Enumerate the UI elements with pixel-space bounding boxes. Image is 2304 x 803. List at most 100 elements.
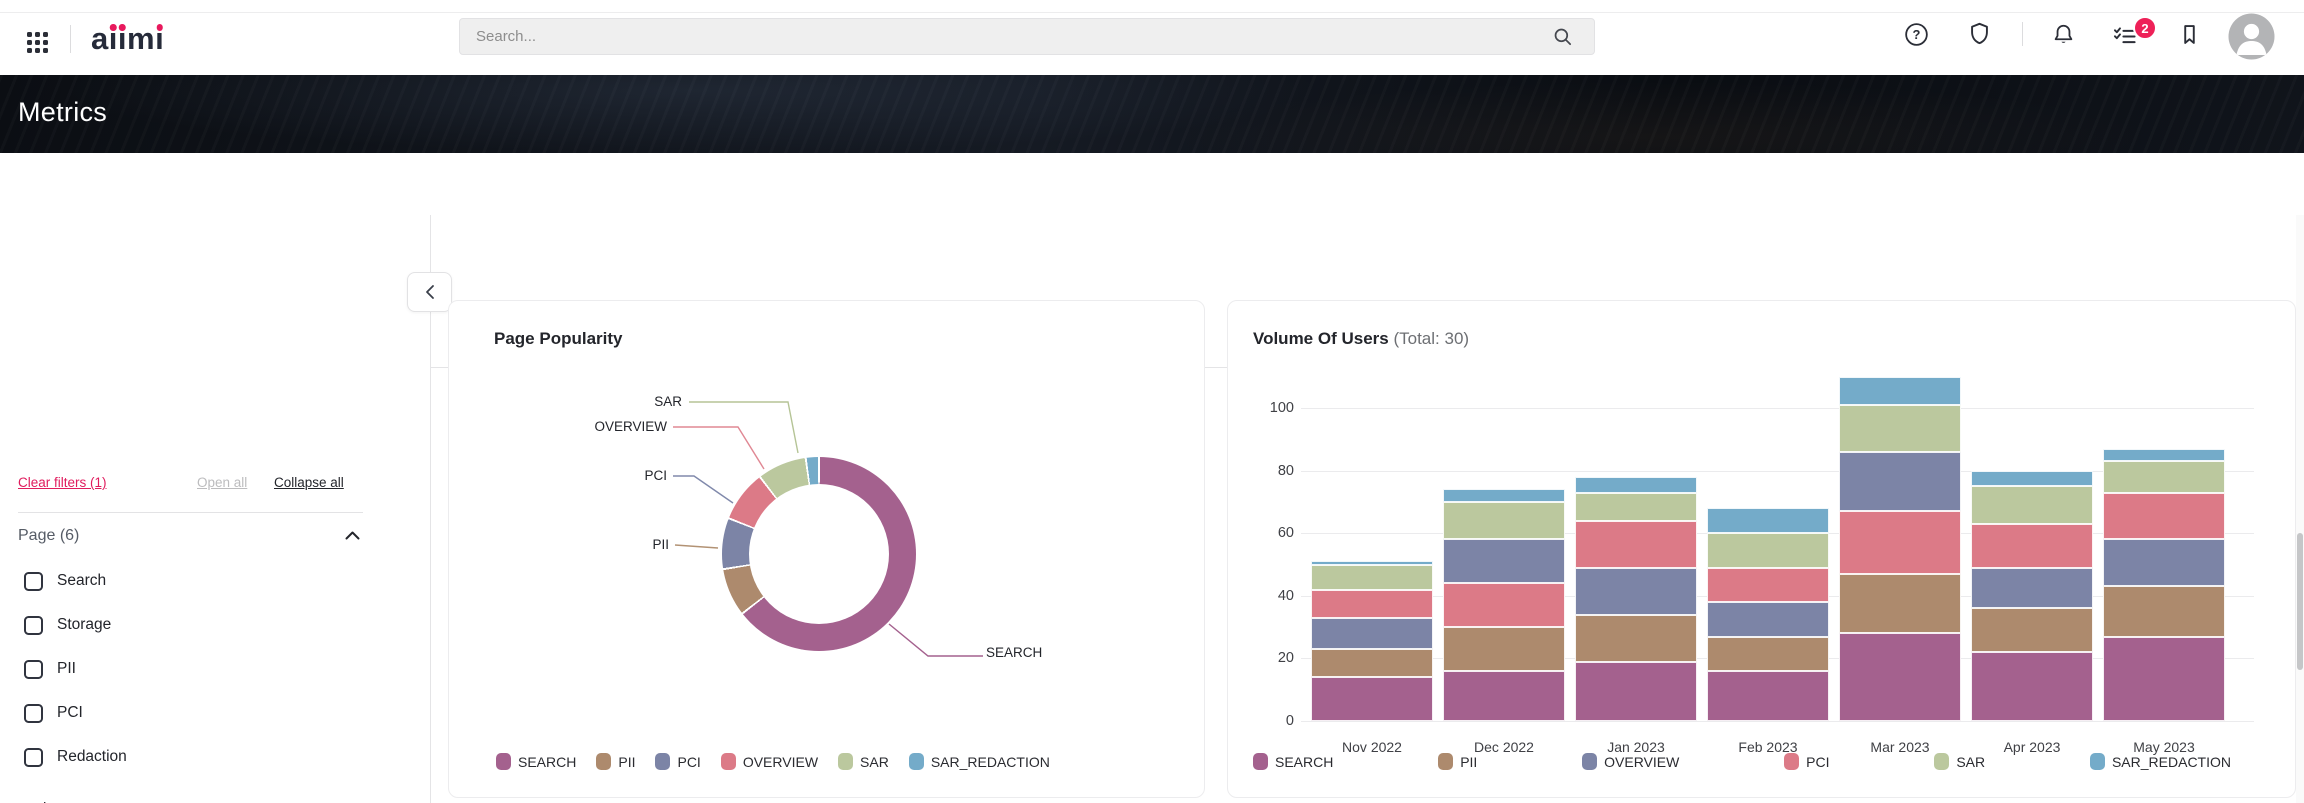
legend-label: OVERVIEW [743,754,818,770]
legend-swatch [1934,753,1949,770]
search-icon[interactable] [1550,24,1576,50]
bar-segment-overview [1311,618,1433,649]
y-axis-label: 100 [1228,400,1294,416]
y-axis-label: 40 [1228,588,1294,604]
shield-icon[interactable] [1966,20,1993,47]
donut-legend-item-sar_redaction[interactable]: SAR_REDACTION [909,753,1050,770]
legend-label: SEARCH [518,754,576,770]
checkbox[interactable] [24,748,43,767]
donut-label-sar: SAR [654,394,682,409]
collapse-all-link[interactable]: Collapse all [274,475,344,490]
bar-may-2023 [2103,449,2225,721]
checkbox-label: Redaction [57,748,127,766]
checkbox[interactable] [24,704,43,723]
donut-hole [749,484,889,624]
aiimi-logo[interactable]: aıımı [91,21,164,57]
open-all-link[interactable]: Open all [197,475,247,490]
legend-label: SEARCH [1275,754,1333,770]
help-icon[interactable]: ? [1903,21,1930,48]
bar-segment-overview [1971,568,2093,609]
filter-group-label: Page (6) [18,527,79,544]
bar-segment-pci [1971,524,2093,568]
gridline [1301,408,2254,409]
legend-label: PII [1460,754,1477,770]
notifications-bell-icon[interactable] [2050,21,2077,48]
legend-swatch [1253,753,1268,770]
bar-segment-search [1575,662,1697,721]
search-input[interactable] [459,18,1595,55]
bar-segment-pci [1839,511,1961,574]
donut-legend-item-sar[interactable]: SAR [838,753,889,770]
bar-legend-item-sar[interactable]: SAR [1934,753,1985,770]
bar-mar-2023 [1839,377,1961,721]
sidebar-divider [18,512,363,513]
bar-segment-pii [1839,574,1961,633]
collapse-sidebar-button[interactable] [407,272,452,312]
metrics-dashboard: aıımı ? 2 [0,0,2304,803]
bar-segment-pii [2103,586,2225,636]
y-axis-label: 80 [1228,463,1294,479]
checkbox-label: PII [57,660,76,678]
y-axis-label: 20 [1228,650,1294,666]
icons-divider [2022,22,2023,46]
metrics-tabs: Usage KPIs UX [0,153,2304,215]
app-launcher-icon[interactable] [27,32,49,54]
legend-swatch [838,753,853,770]
legend-label: SAR_REDACTION [931,754,1050,770]
bar-legend-item-pci[interactable]: PCI [1784,753,1829,770]
donut-legend-item-search[interactable]: SEARCH [496,753,576,770]
legend-label: SAR [1956,754,1985,770]
bar-legend-item-pii[interactable]: PII [1438,753,1477,770]
bar-legend-item-sar_redaction[interactable]: SAR_REDACTION [2090,753,2231,770]
donut-legend-item-pci[interactable]: PCI [655,753,700,770]
page-scrollbar-track[interactable] [2296,215,2304,803]
bar-segment-overview [1575,568,1697,615]
bar-segment-pci [1443,583,1565,627]
notification-count-badge[interactable]: 2 [2133,16,2157,40]
bar-segment-sar [1443,502,1565,540]
bar-segment-pii [1311,649,1433,677]
bar-segment-sar [1839,405,1961,452]
legend-label: PCI [677,754,700,770]
bar-segment-sar_redaction [1971,471,2093,487]
bar-segment-sar_redaction [1575,477,1697,493]
checkbox-label: PCI [57,704,83,722]
checkbox[interactable] [24,660,43,679]
bar-segment-sar [2103,461,2225,492]
bar-segment-search [2103,637,2225,722]
donut-label-pci: PCI [644,468,667,483]
legend-swatch [1784,753,1799,770]
filter-row-pci: PCI [24,702,83,724]
bar-chart-plot: 020406080100Nov 2022Dec 2022Jan 2023Feb … [1228,301,2297,799]
bar-legend-item-overview[interactable]: OVERVIEW [1582,753,1679,770]
bar-legend-item-search[interactable]: SEARCH [1253,753,1333,770]
top-app-bar: aıımı ? 2 [0,0,2304,75]
donut-legend-item-pii[interactable]: PII [596,753,635,770]
bar-segment-overview [1707,602,1829,636]
user-avatar[interactable] [2228,13,2275,60]
y-axis-label: 60 [1228,525,1294,541]
bar-apr-2023 [1971,471,2093,721]
bar-segment-sar [1707,533,1829,567]
checkbox[interactable] [24,616,43,635]
bar-segment-search [1311,677,1433,721]
legend-swatch [2090,753,2105,770]
page-scrollbar-thumb[interactable] [2297,533,2303,670]
checkbox-label: Storage [57,616,111,634]
bar-segment-pci [1311,590,1433,618]
bar-segment-search [1971,652,2093,721]
clear-filters-link[interactable]: Clear filters (1) [18,475,107,490]
checkbox[interactable] [24,572,43,591]
legend-label: PII [618,754,635,770]
filter-group-page[interactable]: Page (6) [18,527,363,549]
chevron-up-icon [345,531,360,540]
bar-segment-search [1839,633,1961,721]
bar-feb-2023 [1707,508,1829,721]
page-header-banner: Metrics [0,75,2304,153]
bar-segment-overview [1443,539,1565,583]
donut-legend-item-overview[interactable]: OVERVIEW [721,753,818,770]
bookmark-icon[interactable] [2176,21,2203,48]
bar-segment-pii [1443,627,1565,671]
bar-segment-pci [1575,521,1697,568]
bar-jan-2023 [1575,477,1697,721]
